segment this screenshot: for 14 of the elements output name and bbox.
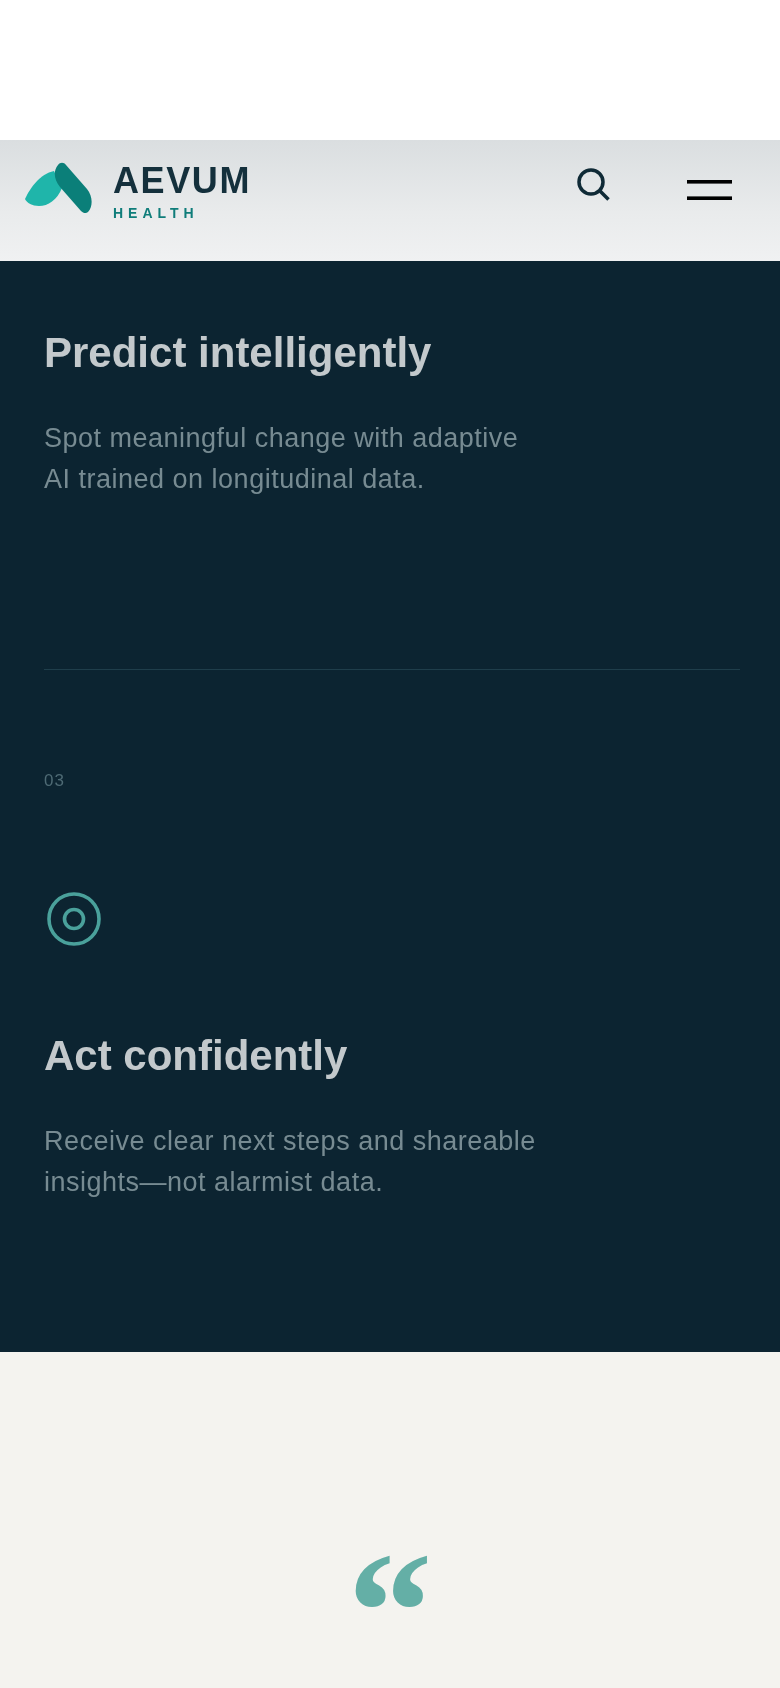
logo-icon [24, 162, 92, 214]
feature-title: Act confidently [44, 1030, 348, 1081]
target-icon [47, 892, 101, 946]
brand-tagline: HEALTH [113, 206, 200, 220]
quote-mark: “ [347, 1526, 433, 1688]
menu-button[interactable] [687, 180, 732, 200]
feature-title: Predict intelligently [44, 328, 432, 378]
step-number: 03 [44, 771, 65, 791]
feature-description: Receive clear next steps and shareable insights—not alarmist data. [44, 1124, 536, 1199]
search-button[interactable] [577, 168, 610, 201]
brand-name: AEVUM [113, 162, 251, 199]
feature-description: Spot meaningful change with adaptive AI trained on longitudinal data. [44, 422, 519, 496]
menu-icon [687, 180, 732, 200]
search-icon [577, 168, 610, 201]
